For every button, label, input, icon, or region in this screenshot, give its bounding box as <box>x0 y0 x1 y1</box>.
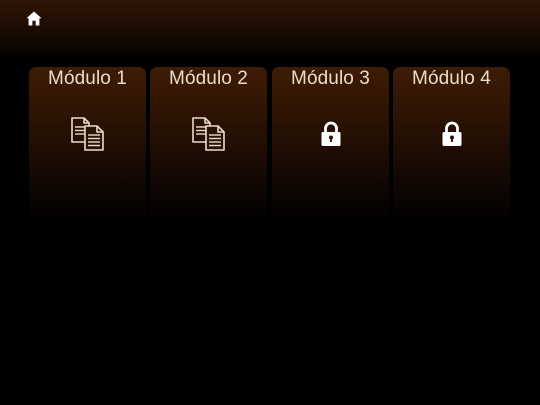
module-title: Módulo 1 <box>48 68 127 89</box>
module-card-4[interactable]: Módulo 4 <box>393 67 510 222</box>
documents-icon <box>70 117 106 151</box>
module-title: Módulo 4 <box>412 68 491 89</box>
lock-icon <box>313 117 349 151</box>
module-title: Módulo 2 <box>169 68 248 89</box>
module-grid: Módulo 1 Módulo 2 Módulo 3 Módulo 4 <box>29 67 513 227</box>
module-card-2[interactable]: Módulo 2 <box>150 67 267 222</box>
lock-icon <box>434 117 470 151</box>
home-icon <box>26 11 42 25</box>
module-title: Módulo 3 <box>291 68 370 89</box>
module-card-1[interactable]: Módulo 1 <box>29 67 146 222</box>
home-button[interactable] <box>24 9 44 27</box>
header-bar <box>0 0 540 60</box>
app-screen: Módulo 1 Módulo 2 Módulo 3 Módulo 4 <box>0 0 540 405</box>
module-card-3[interactable]: Módulo 3 <box>272 67 389 222</box>
documents-icon <box>191 117 227 151</box>
